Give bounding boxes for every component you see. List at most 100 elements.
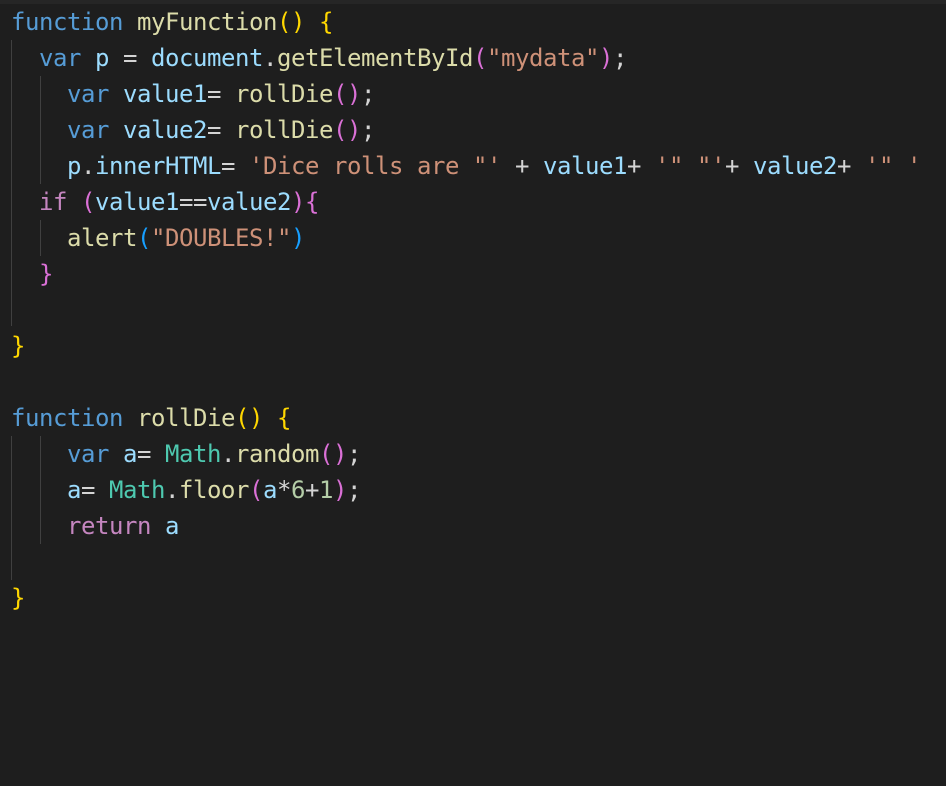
code-token: = [221,152,249,180]
code-token: + [501,152,543,180]
code-editor[interactable]: function myFunction() { var p = document… [0,4,946,786]
code-token: value1 [95,188,179,216]
code-token: = [137,440,165,468]
code-token: == [179,188,207,216]
code-token: { [305,188,319,216]
code-token: () [277,8,305,36]
code-token: Math [109,476,165,504]
code-line[interactable]: } [11,256,53,292]
code-line[interactable]: var value2= rollDie(); [11,112,375,148]
code-token: a [67,476,81,504]
code-token: ( [81,188,95,216]
code-token: { [277,404,291,432]
code-token: ) [291,224,305,252]
code-token: a [165,512,179,540]
code-token: myFunction [137,8,277,36]
code-token: "DOUBLES!" [151,224,291,252]
code-line[interactable]: function myFunction() { [11,4,333,40]
code-line[interactable]: a= Math.floor(a*6+1); [11,472,361,508]
code-token: alert [67,224,137,252]
code-token: p [67,152,81,180]
code-token: + [627,152,655,180]
code-token: value2 [123,116,207,144]
code-token: '" "' [655,152,725,180]
code-token: value1 [543,152,627,180]
code-token: ( [249,476,263,504]
code-token: * [277,476,291,504]
code-token: = [207,80,235,108]
code-token: innerHTML [95,152,221,180]
code-token: 6 [291,476,305,504]
code-token: random [235,440,319,468]
code-line[interactable]: } [11,580,25,616]
code-token: "mydata" [487,44,599,72]
code-token: 1 [319,476,333,504]
code-token: } [11,332,25,360]
code-token: getElementById [277,44,473,72]
code-token: value2 [753,152,837,180]
code-token: = [207,116,235,144]
code-token: ) [599,44,613,72]
code-token: return [67,512,151,540]
code-token: ; [361,116,375,144]
code-token: = [81,476,109,504]
code-token: var [67,80,109,108]
code-token: value2 [207,188,291,216]
code-token: 'Dice rolls are "' [249,152,501,180]
code-token: a [263,476,277,504]
code-token: Math [165,440,221,468]
code-line[interactable]: var a= Math.random(); [11,436,361,472]
code-line[interactable]: var p = document.getElementById("mydata"… [11,40,627,76]
code-token: { [319,8,333,36]
code-token: } [11,584,25,612]
code-token: rollDie [235,80,333,108]
code-token: rollDie [235,116,333,144]
code-token: ( [473,44,487,72]
code-token: () [333,116,361,144]
code-line[interactable]: var value1= rollDie(); [11,76,375,112]
code-line[interactable]: alert("DOUBLES!") [11,220,305,256]
code-token: ; [347,476,361,504]
code-token: . [165,476,179,504]
code-token: . [81,152,95,180]
code-token: + [837,152,865,180]
code-line[interactable]: function rollDie() { [11,400,291,436]
code-token: ; [361,80,375,108]
code-token: ) [291,188,305,216]
code-line[interactable]: return a [11,508,179,544]
code-token: '" ' [865,152,921,180]
code-token: var [67,116,109,144]
code-line[interactable]: } [11,328,25,364]
code-token: floor [179,476,249,504]
code-line[interactable]: if (value1==value2){ [11,184,319,220]
code-token: + [725,152,753,180]
code-token: () [235,404,263,432]
code-token: a [123,440,137,468]
code-token: () [319,440,347,468]
code-line[interactable]: p.innerHTML= 'Dice rolls are "' + value1… [11,148,921,184]
code-token: if [39,188,67,216]
code-token: () [333,80,361,108]
code-token: value1 [123,80,207,108]
code-token: = [109,44,151,72]
code-token: rollDie [137,404,235,432]
code-token: document [151,44,263,72]
code-token: p [95,44,109,72]
